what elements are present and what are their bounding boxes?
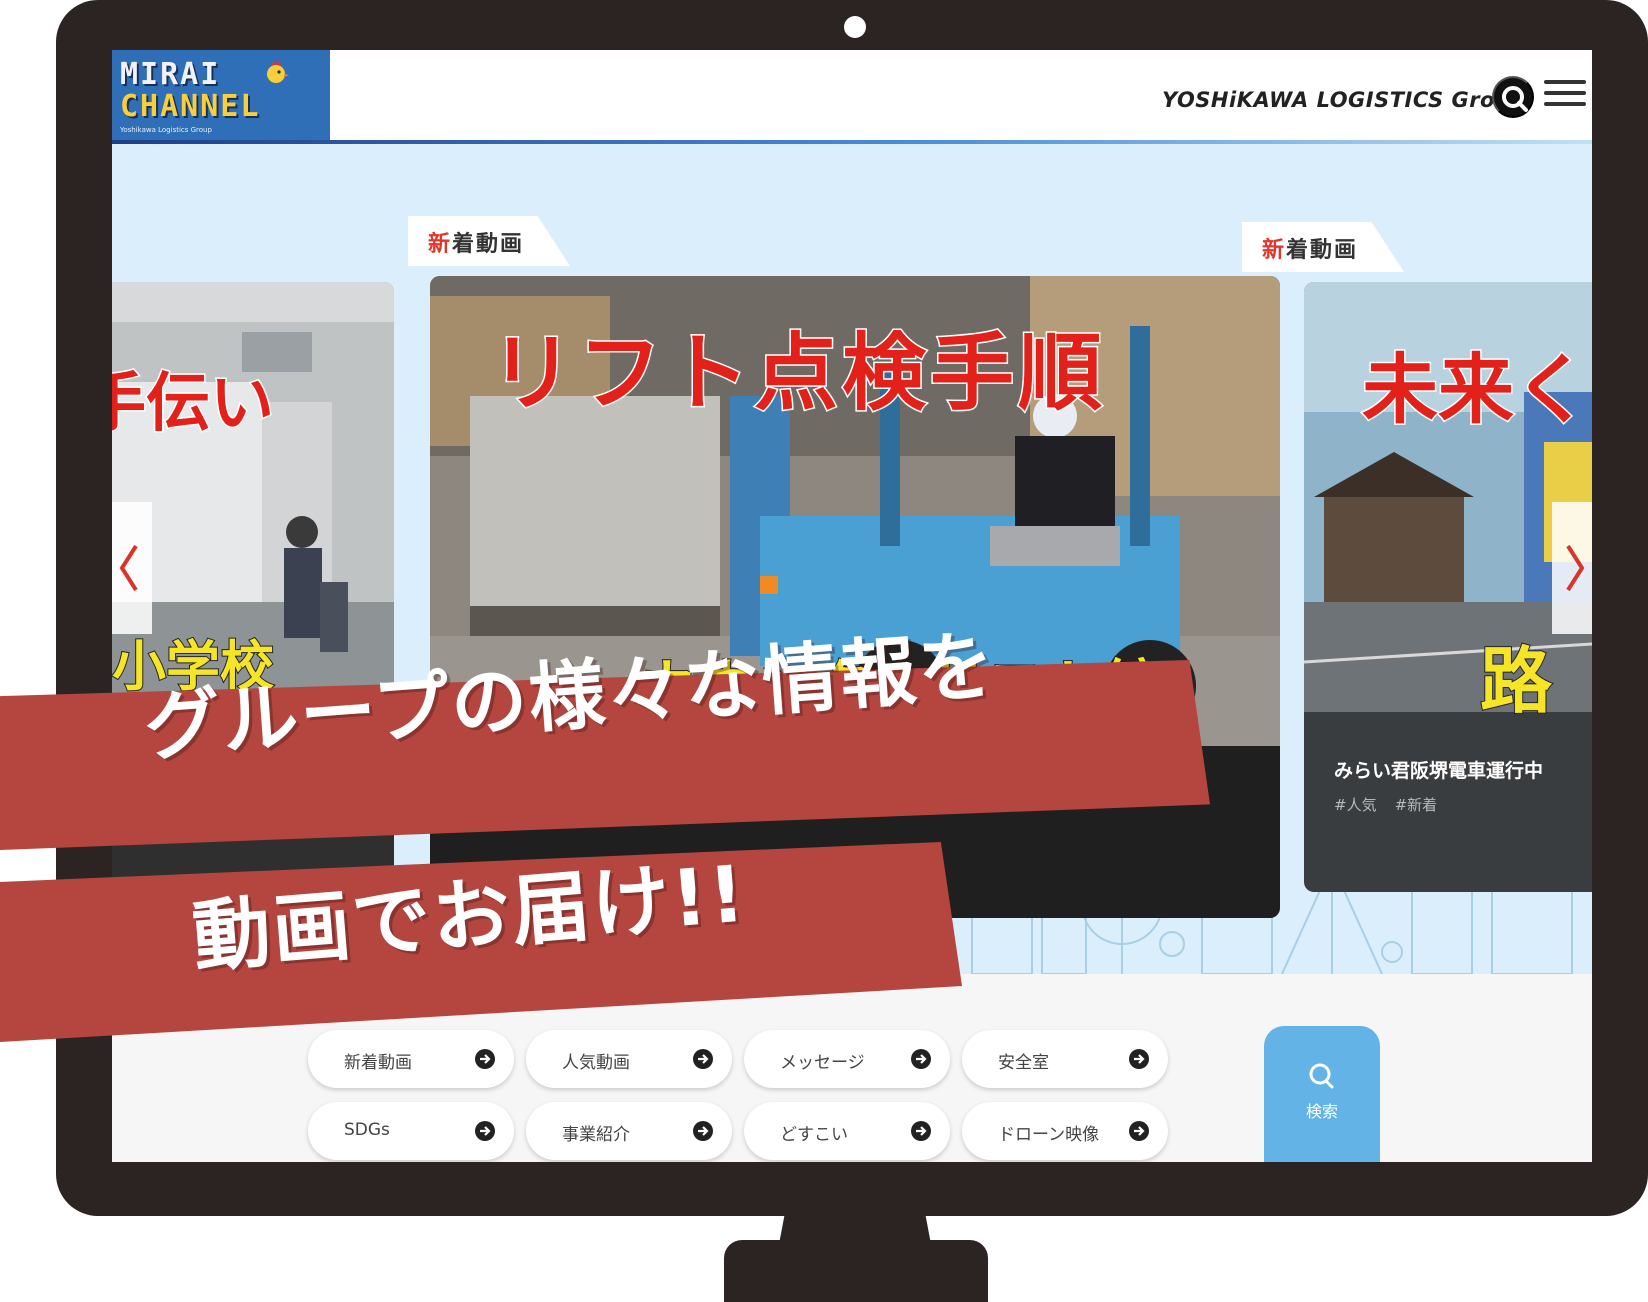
category-new-videos[interactable]: 新着動画 [308, 1030, 514, 1088]
menu-bar [1544, 91, 1586, 95]
search-tile-label: 検索 [1305, 1102, 1338, 1121]
chick-mascot-icon [267, 60, 289, 83]
site-header: MIRAI CHANNEL Yoshikawa Logistics Group … [112, 50, 1592, 144]
search-tile-button[interactable]: 検索 [1264, 1026, 1380, 1162]
arrow-circle-right-icon [911, 1121, 931, 1141]
monitor-stand-base [724, 1240, 988, 1302]
logo-line-mirai: MIRAI [120, 57, 221, 92]
chevron-left-icon [119, 544, 138, 592]
logo-subtitle: Yoshikawa Logistics Group [120, 126, 212, 134]
category-popular-videos[interactable]: 人気動画 [526, 1030, 732, 1088]
logo-line-channel: CHANNEL [120, 89, 261, 124]
category-sdgs[interactable]: SDGs [308, 1102, 514, 1160]
new-video-ribbon: 新着動画 [408, 216, 571, 266]
arrow-circle-right-icon [475, 1049, 495, 1069]
category-label: SDGs [344, 1120, 390, 1140]
category-label: どすこい [780, 1125, 848, 1145]
new-video-ribbon: 新着動画 [1242, 222, 1405, 272]
arrow-circle-right-icon [475, 1121, 495, 1141]
category-dosukoi[interactable]: どすこい [744, 1102, 950, 1160]
carousel-prev-button[interactable] [112, 502, 152, 634]
carousel-next-button[interactable] [1552, 502, 1592, 634]
ribbon-label: 着動画 [1286, 238, 1359, 263]
category-label: ドローン映像 [998, 1125, 1100, 1145]
hamburger-menu-icon[interactable] [1544, 80, 1586, 110]
tag-link[interactable]: #人気 [1334, 796, 1377, 814]
arrow-circle-right-icon [911, 1049, 931, 1069]
search-icon [1502, 86, 1528, 112]
arrow-circle-right-icon [1129, 1121, 1149, 1141]
video-card-right[interactable]: 未来く 路 みらい君阪堺電車運行中 #人気 #新着 [1304, 282, 1592, 892]
group-brand[interactable]: YOSHiKAWA LOGISTICS Group [1162, 88, 1526, 112]
tag-link[interactable]: #新着 [1395, 796, 1438, 814]
header-search-button[interactable] [1492, 76, 1534, 118]
arrow-circle-right-icon [1129, 1049, 1149, 1069]
arrow-circle-right-icon [693, 1049, 713, 1069]
category-drone-footage[interactable]: ドローン映像 [962, 1102, 1168, 1160]
right-card-tags: #人気 #新着 [1334, 794, 1455, 815]
category-label: 事業紹介 [562, 1125, 630, 1145]
category-business-intro[interactable]: 事業紹介 [526, 1102, 732, 1160]
right-card-overlay-title: 未来く [1361, 344, 1592, 436]
category-label: 人気動画 [562, 1053, 630, 1073]
menu-bar [1544, 102, 1586, 106]
category-label: 安全室 [998, 1053, 1049, 1073]
ribbon-label: 着動画 [452, 232, 525, 257]
arrow-circle-right-icon [693, 1121, 713, 1141]
featured-overlay-title: リフト点検手順 [488, 323, 1107, 424]
category-safety-office[interactable]: 安全室 [962, 1030, 1168, 1088]
site-logo[interactable]: MIRAI CHANNEL Yoshikawa Logistics Group [112, 50, 330, 142]
ribbon-accent-char: 新 [1262, 238, 1287, 263]
ribbon-accent-char: 新 [428, 232, 453, 257]
category-message[interactable]: メッセージ [744, 1030, 950, 1088]
camera-dot [844, 16, 866, 38]
right-card-overlay-subtitle: 路 [1479, 638, 1553, 724]
right-card-title: みらい君阪堺電車運行中 [1334, 760, 1544, 782]
category-label: メッセージ [780, 1053, 865, 1073]
category-label: 新着動画 [344, 1053, 412, 1073]
chevron-right-icon [1566, 544, 1585, 592]
search-icon [1309, 1063, 1334, 1089]
left-card-overlay-title: 手伝い [112, 366, 276, 443]
menu-bar [1544, 80, 1586, 84]
